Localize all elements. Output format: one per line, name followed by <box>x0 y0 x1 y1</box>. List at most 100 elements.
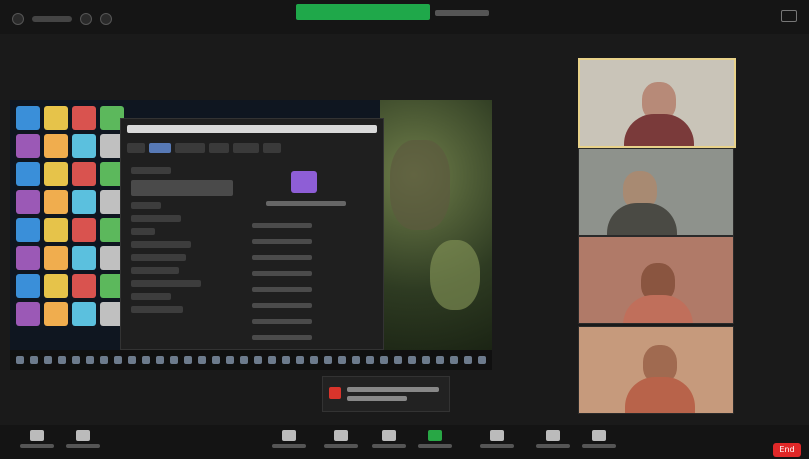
fullscreen-icon[interactable] <box>781 10 797 22</box>
desktop-shortcut-icon <box>72 302 96 326</box>
share-screen-button[interactable] <box>412 429 458 455</box>
screen-share-banner[interactable] <box>296 4 430 20</box>
taskbar-app-icon <box>338 356 346 364</box>
taskbar-app-icon <box>100 356 108 364</box>
windows-taskbar <box>10 350 492 370</box>
record-button[interactable] <box>474 429 520 455</box>
taskbar-app-icon <box>422 356 430 364</box>
file-explorer-window <box>120 118 384 350</box>
explorer-toolbar <box>127 141 377 155</box>
end-meeting-button[interactable]: End <box>773 443 801 457</box>
explorer-address-bar <box>127 125 377 133</box>
taskbar-app-icon <box>380 356 388 364</box>
desktop-wallpaper <box>380 100 492 350</box>
video-button[interactable] <box>60 429 106 455</box>
folder-icon <box>291 171 317 193</box>
taskbar-app-icon <box>240 356 248 364</box>
taskbar-app-icon <box>44 356 52 364</box>
participant-video-3[interactable] <box>578 236 734 324</box>
taskbar-app-icon <box>268 356 276 364</box>
taskbar-app-icon <box>114 356 122 364</box>
desktop-shortcut-icon <box>16 302 40 326</box>
participant-video-1[interactable] <box>578 58 736 148</box>
taskbar-app-icon <box>282 356 290 364</box>
shared-screen-content <box>10 100 492 370</box>
chat-icon <box>334 430 348 441</box>
info-icon[interactable] <box>12 13 24 25</box>
desktop-shortcut-icon <box>72 134 96 158</box>
taskbar-app-icon <box>16 356 24 364</box>
participants-icon <box>282 430 296 441</box>
record-icon <box>490 430 504 441</box>
desktop-shortcut-icon <box>72 246 96 270</box>
desktop-shortcut-icon <box>16 106 40 130</box>
taskbar-app-icon <box>366 356 374 364</box>
mute-button[interactable] <box>14 429 60 455</box>
meeting-controls-bar <box>0 425 809 459</box>
desktop-shortcut-icon <box>16 134 40 158</box>
reactions-icon <box>546 430 560 441</box>
taskbar-app-icon <box>156 356 164 364</box>
taskbar-app-icon <box>142 356 150 364</box>
taskbar-app-icon <box>198 356 206 364</box>
participant-video-4[interactable] <box>578 326 734 414</box>
share-screen-icon <box>428 430 442 441</box>
view-options-button[interactable] <box>435 8 489 18</box>
participants-button[interactable] <box>266 429 312 455</box>
desktop-shortcut-icon <box>72 106 96 130</box>
desktop-shortcut-icon <box>72 162 96 186</box>
explorer-sidebar <box>127 161 237 346</box>
chat-button[interactable] <box>318 429 364 455</box>
taskbar-app-icon <box>478 356 486 364</box>
desktop-shortcut-icon <box>72 190 96 214</box>
meeting-top-bar <box>0 0 809 34</box>
taskbar-app-icon <box>450 356 458 364</box>
security-icon[interactable] <box>80 13 92 25</box>
react-button[interactable] <box>366 429 412 455</box>
taskbar-app-icon <box>58 356 66 364</box>
taskbar-app-icon <box>352 356 360 364</box>
mute-icon <box>30 430 44 441</box>
desktop-icons <box>10 100 134 362</box>
desktop-shortcut-icon <box>16 218 40 242</box>
desktop-shortcut-icon <box>16 190 40 214</box>
taskbar-app-icon <box>226 356 234 364</box>
desktop-shortcut-icon <box>44 274 68 298</box>
apps-button[interactable] <box>576 429 622 455</box>
taskbar-app-icon <box>128 356 136 364</box>
desktop-shortcut-icon <box>44 106 68 130</box>
recording-icon <box>100 13 112 25</box>
explorer-content <box>246 161 376 346</box>
desktop-shortcut-icon <box>44 162 68 186</box>
taskbar-app-icon <box>30 356 38 364</box>
desktop-shortcut-icon <box>16 246 40 270</box>
desktop-shortcut-icon <box>72 218 96 242</box>
meeting-status-area <box>12 13 112 25</box>
notification-popup[interactable] <box>322 376 450 412</box>
participant-video-2[interactable] <box>578 148 734 236</box>
taskbar-app-icon <box>464 356 472 364</box>
apps-icon <box>592 430 606 441</box>
video-icon <box>76 430 90 441</box>
taskbar-app-icon <box>72 356 80 364</box>
desktop-shortcut-icon <box>16 162 40 186</box>
taskbar-app-icon <box>436 356 444 364</box>
desktop-shortcut-icon <box>44 302 68 326</box>
reactions-button[interactable] <box>530 429 576 455</box>
taskbar-app-icon <box>310 356 318 364</box>
taskbar-app-icon <box>184 356 192 364</box>
taskbar-app-icon <box>254 356 262 364</box>
taskbar-app-icon <box>86 356 94 364</box>
desktop-shortcut-icon <box>44 134 68 158</box>
taskbar-app-icon <box>212 356 220 364</box>
taskbar-app-icon <box>394 356 402 364</box>
desktop-shortcut-icon <box>44 190 68 214</box>
desktop-shortcut-icon <box>72 274 96 298</box>
taskbar-app-icon <box>296 356 304 364</box>
taskbar-app-icon <box>170 356 178 364</box>
react-icon <box>382 430 396 441</box>
taskbar-app-icon <box>324 356 332 364</box>
desktop-shortcut-icon <box>44 218 68 242</box>
meeting-title-blurred <box>32 16 72 22</box>
taskbar-app-icon <box>408 356 416 364</box>
